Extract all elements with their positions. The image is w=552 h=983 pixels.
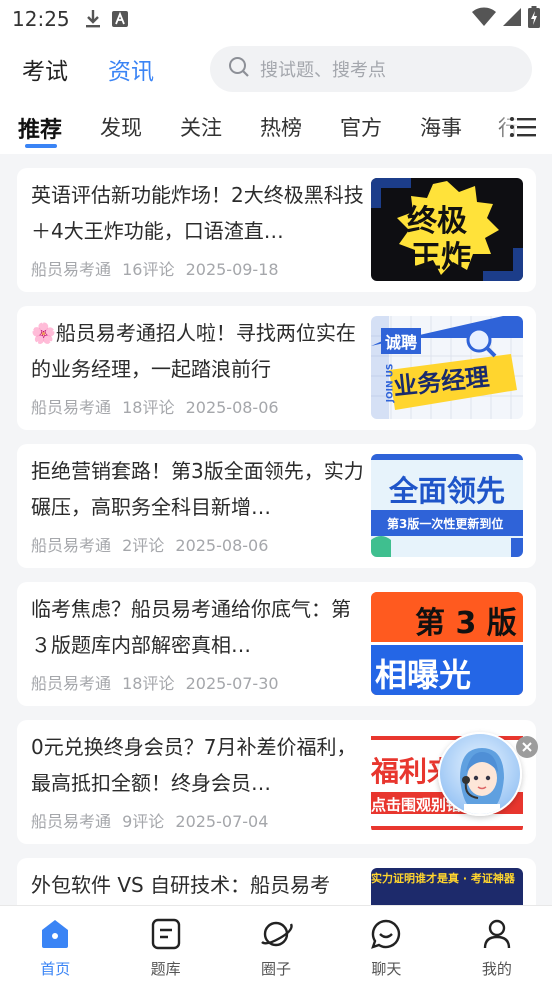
- close-icon[interactable]: [516, 736, 538, 758]
- nav-question-bank-label: 题库: [150, 960, 181, 978]
- nav-chat[interactable]: 聊天: [331, 906, 441, 983]
- article-thumbnail: 第 3 版 相曝光: [371, 592, 523, 695]
- search-placeholder: 搜试题、搜考点: [260, 60, 386, 81]
- tab-news[interactable]: 资讯: [108, 52, 154, 86]
- article-meta: 船员易考通 9评论 2025-07-04: [31, 808, 274, 832]
- tab-follow[interactable]: 关注: [180, 112, 222, 142]
- nav-profile-label: 我的: [481, 960, 512, 978]
- tab-discover[interactable]: 发现: [100, 112, 142, 142]
- article-card[interactable]: 拒绝营销套路！第3版全面领先，实力碾压，高职务全科目新增… 船员易考通 2评论 …: [17, 444, 536, 568]
- thumb-headline: 全面领先: [389, 474, 506, 508]
- thumb-banner: 实力证明谁才是真 · 考证神器: [371, 872, 515, 885]
- nav-question-bank[interactable]: 题库: [110, 906, 220, 983]
- a-icon: [111, 11, 128, 27]
- tab-hot[interactable]: 热榜: [260, 112, 302, 142]
- article-source: 船员易考通: [31, 812, 112, 831]
- article-date: 2025-08-06: [185, 398, 279, 417]
- article-title: 🌸船员易考通招人啦！寻找两位实在的业务经理，一起踏浪前行: [31, 321, 356, 381]
- article-thumbnail: 诚聘 业务经理 JOIN US: [371, 316, 523, 419]
- article-source: 船员易考通: [31, 260, 112, 279]
- article-comments: 2评论: [122, 536, 165, 555]
- menu-icon[interactable]: [510, 116, 536, 142]
- article-comments: 16评论: [122, 260, 175, 279]
- nav-circle-label: 圈子: [261, 960, 292, 978]
- article-source: 船员易考通: [31, 398, 112, 417]
- thumb-subtext: 第3版一次性更新到位: [387, 517, 504, 531]
- search-bar[interactable]: 搜试题、搜考点: [210, 46, 532, 92]
- download-icon: [84, 9, 102, 29]
- thumb-text-line2: 王炸: [411, 240, 471, 275]
- nav-home-label: 首页: [40, 960, 71, 978]
- article-comments: 18评论: [122, 398, 175, 417]
- article-source: 船员易考通: [31, 536, 112, 555]
- nav-profile[interactable]: 我的: [442, 906, 552, 983]
- planet-icon: [259, 918, 293, 954]
- article-title: 拒绝营销套路！第3版全面领先，实力碾压，高职务全科目新增…: [31, 459, 364, 519]
- status-bar: 12:25: [0, 0, 552, 38]
- article-thumbnail: 全面领先 第3版一次性更新到位: [371, 454, 523, 557]
- article-date: 2025-08-06: [175, 536, 269, 555]
- thumb-subtext: JOIN US: [385, 363, 396, 403]
- article-card[interactable]: 英语评估新功能炸场！2大终极黑科技＋4大王炸功能，口语渣直… 船员易考通 16评…: [17, 168, 536, 292]
- nav-home[interactable]: 首页: [0, 906, 110, 983]
- assistant-avatar-icon[interactable]: [438, 732, 522, 816]
- category-tabs: 推荐 发现 关注 热榜 官方 海事 行: [0, 100, 552, 154]
- thumb-badge: 诚聘: [381, 328, 422, 354]
- tab-maritime[interactable]: 海事: [420, 112, 462, 142]
- article-meta: 船员易考通 16评论 2025-09-18: [31, 256, 285, 280]
- article-date: 2025-07-04: [175, 812, 269, 831]
- status-time: 12:25: [12, 7, 70, 31]
- chat-icon: [370, 918, 402, 954]
- article-card[interactable]: 临考焦虑？船员易考通给你底气：第３版题库内部解密真相… 船员易考通 18评论 2…: [17, 582, 536, 706]
- tab-exam[interactable]: 考试: [22, 52, 68, 86]
- bottom-navigation: 首页 题库 圈子 聊天 我的: [0, 905, 552, 983]
- article-meta: 船员易考通 2评论 2025-08-06: [31, 532, 274, 556]
- active-tab-indicator: [25, 144, 57, 148]
- article-title: 临考焦虑？船员易考通给你底气：第３版题库内部解密真相…: [31, 597, 351, 657]
- article-date: 2025-07-30: [185, 674, 279, 693]
- thumb-line2: 相曝光: [375, 656, 472, 694]
- article-title: 0元兑换终身会员？7月补差价福利，最高抵扣全额！终身会员…: [31, 735, 357, 795]
- tab-recommend[interactable]: 推荐: [18, 112, 62, 144]
- article-title: 英语评估新功能炸场！2大终极黑科技＋4大王炸功能，口语渣直…: [31, 183, 364, 243]
- top-header: 考试 资讯 搜试题、搜考点: [0, 38, 552, 100]
- home-icon: [39, 918, 71, 954]
- signal-icon: [502, 7, 522, 31]
- search-icon: [228, 56, 250, 82]
- profile-icon: [481, 918, 513, 954]
- article-comments: 9评论: [122, 812, 165, 831]
- tab-official[interactable]: 官方: [340, 112, 382, 142]
- article-thumbnail: 终极 王炸: [371, 178, 523, 281]
- question-bank-icon: [150, 918, 182, 954]
- nav-chat-label: 聊天: [371, 960, 402, 978]
- thumb-line1: 第 3 版: [415, 606, 517, 641]
- article-card[interactable]: 🌸船员易考通招人啦！寻找两位实在的业务经理，一起踏浪前行 船员易考通 18评论 …: [17, 306, 536, 430]
- article-meta: 船员易考通 18评论 2025-07-30: [31, 670, 285, 694]
- wifi-icon: [472, 7, 496, 31]
- battery-icon: [528, 6, 540, 32]
- article-date: 2025-09-18: [185, 260, 279, 279]
- article-meta: 船员易考通 18评论 2025-08-06: [31, 394, 285, 418]
- article-source: 船员易考通: [31, 674, 112, 693]
- article-comments: 18评论: [122, 674, 175, 693]
- nav-circle[interactable]: 圈子: [221, 906, 331, 983]
